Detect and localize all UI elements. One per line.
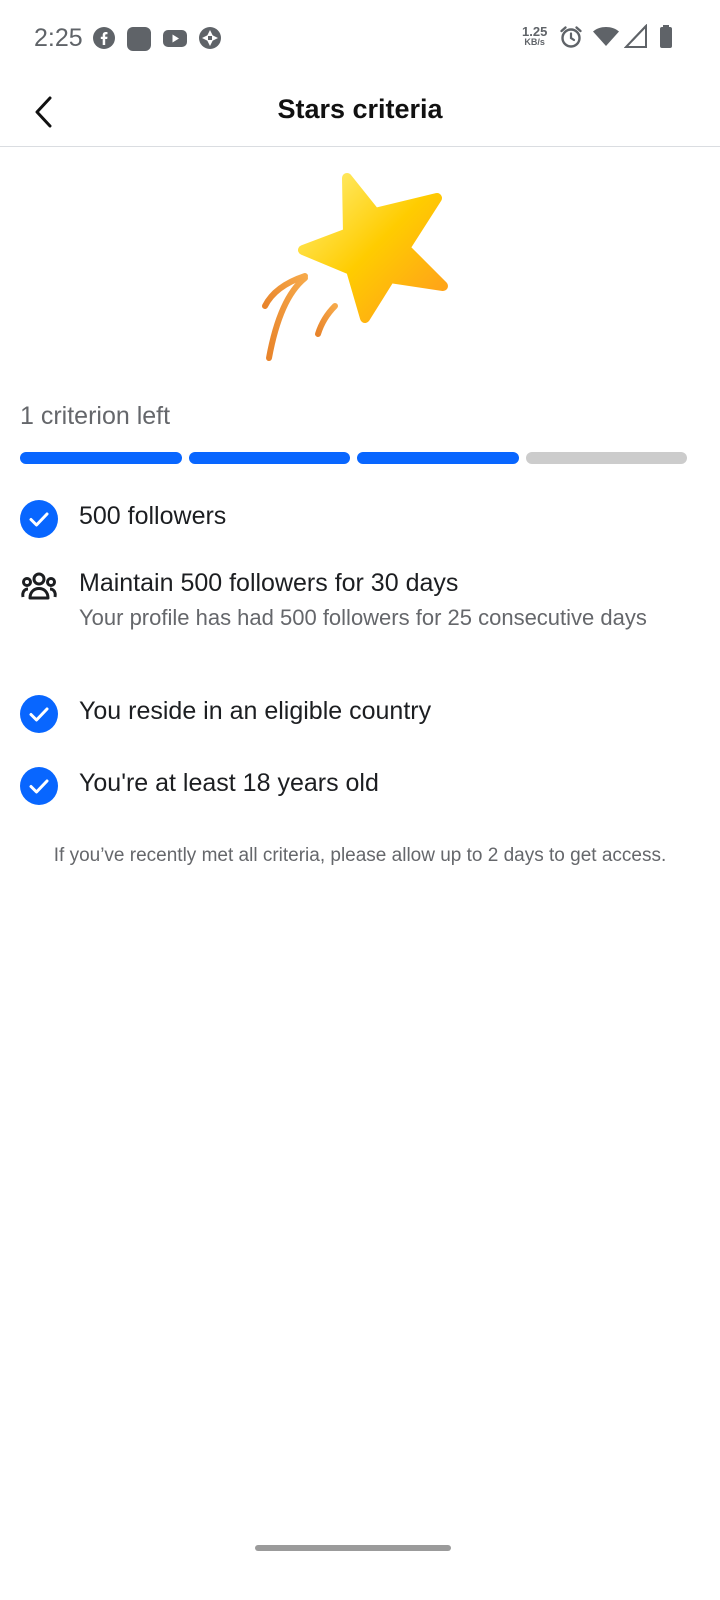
facebook-icon <box>93 27 115 49</box>
network-speed-value: 1.25 <box>522 24 548 39</box>
criterion-title: 500 followers <box>79 502 227 530</box>
home-indicator[interactable] <box>255 1545 451 1551</box>
youtube-icon <box>163 30 187 47</box>
app-icon <box>127 27 151 51</box>
aperture-icon <box>199 27 221 49</box>
status-bar: 2:25 1.25 KB/s <box>0 0 720 80</box>
progress-segment <box>357 452 519 464</box>
signal-icon <box>624 24 647 48</box>
criterion-title: You're at least 18 years old <box>79 769 379 797</box>
check-circle-icon <box>20 767 58 805</box>
progress-segment <box>525 452 687 464</box>
wifi-icon <box>593 27 619 46</box>
progress-segment <box>20 452 182 464</box>
status-time: 2:25 <box>34 24 83 52</box>
network-speed-unit: KB/s <box>524 37 545 47</box>
network-speed: 1.25 KB/s <box>522 24 548 48</box>
criteria-remaining-label: 1 criterion left <box>20 402 171 430</box>
people-icon <box>21 572 57 600</box>
check-circle-icon <box>20 695 58 733</box>
page-title: Stars criteria <box>277 94 443 124</box>
check-circle-icon <box>20 500 58 538</box>
access-footnote: If you’ve recently met all criteria, ple… <box>53 845 667 866</box>
shooting-star-icon <box>262 173 448 361</box>
hero-illustration <box>255 168 465 368</box>
battery-icon <box>660 25 672 48</box>
criterion-title: You reside in an eligible country <box>79 697 432 725</box>
criterion-description: Your profile has had 500 followers for 2… <box>79 605 647 630</box>
criterion-title: Maintain 500 followers for 30 days <box>79 569 459 597</box>
criteria-progress-bar <box>20 452 687 464</box>
alarm-icon <box>560 26 582 48</box>
app-header: Stars criteria <box>0 80 720 147</box>
progress-segment <box>188 452 350 464</box>
